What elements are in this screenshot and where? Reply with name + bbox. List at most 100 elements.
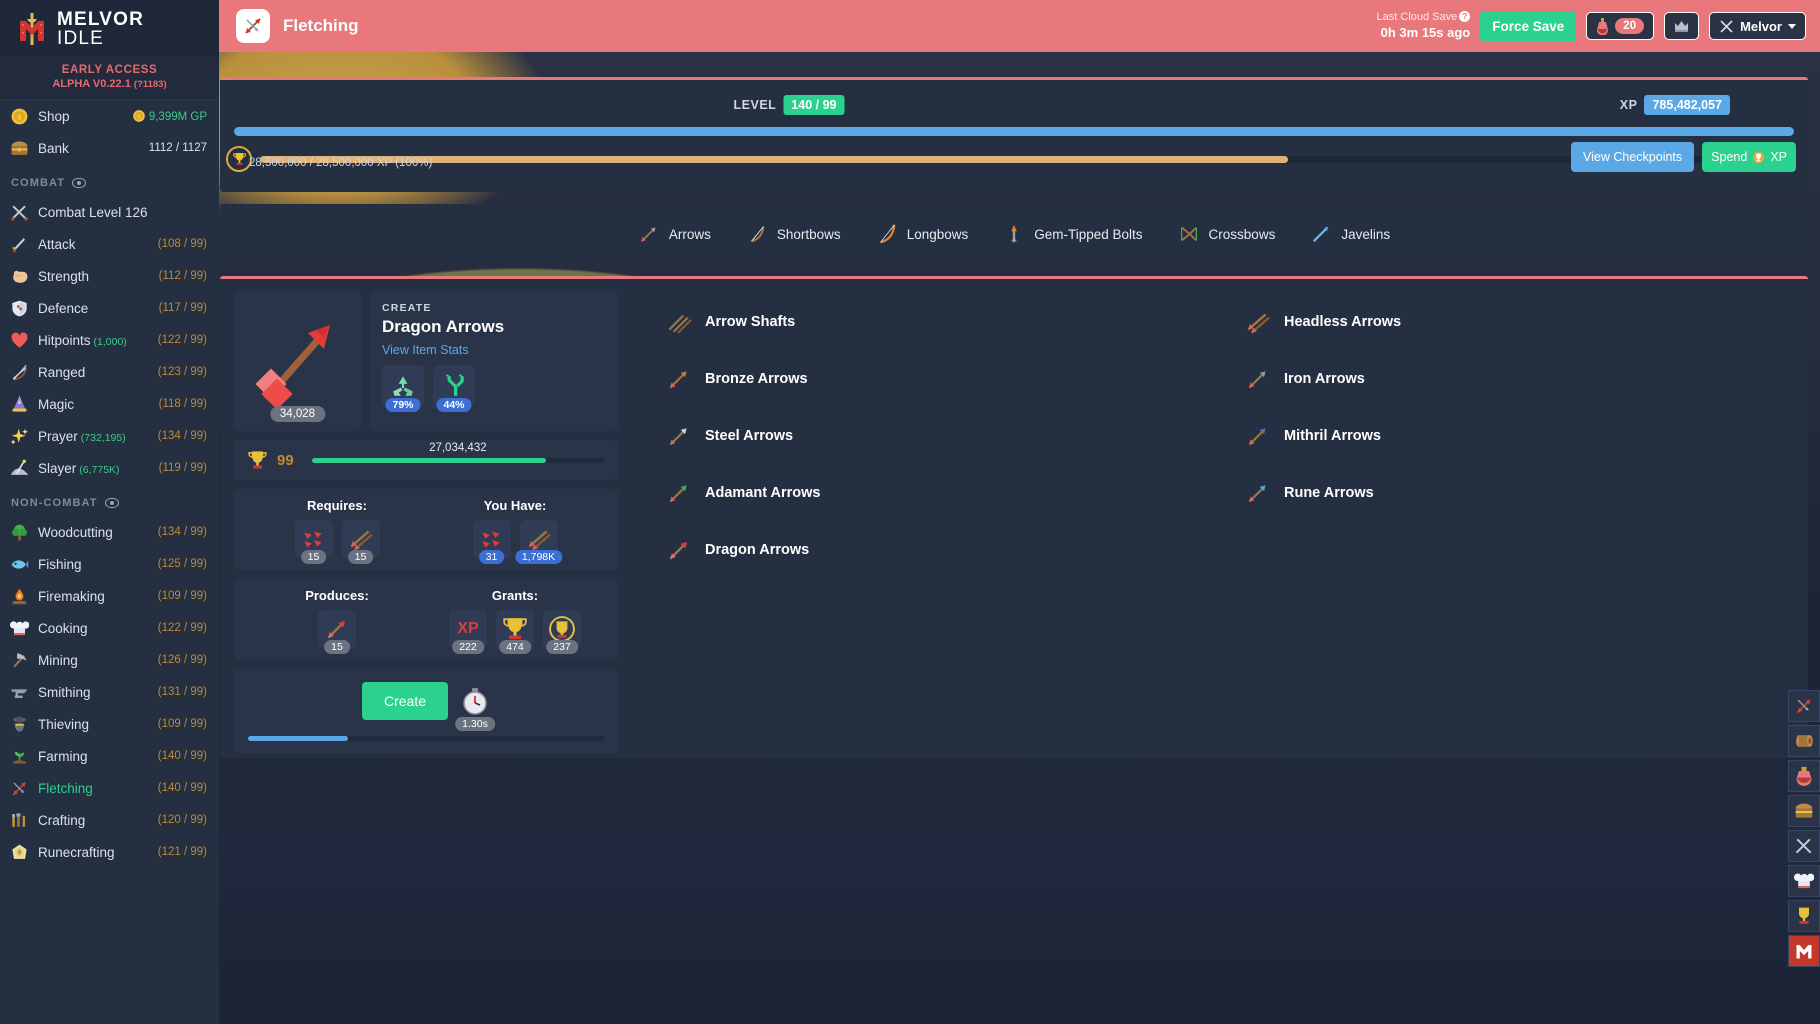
recipe-item-empty xyxy=(1239,521,1788,578)
produces-slot[interactable]: 15 xyxy=(318,610,356,654)
sidebar-item-prayer[interactable]: Prayer (732,195) (134 / 99) xyxy=(0,420,219,452)
grants-slot[interactable]: XP 222 xyxy=(449,610,487,654)
sidebar-section-noncombat: NON-COMBAT xyxy=(0,484,219,516)
version-label: ALPHA V0.22.1 xyxy=(52,78,131,90)
dock-button-potion[interactable] xyxy=(1788,760,1820,792)
potion-icon xyxy=(1596,17,1609,35)
sidebar-item-shop[interactable]: $ Shop $9,399M GP xyxy=(0,100,219,132)
sidebar-item-label: Strength xyxy=(38,268,90,284)
melvor-logo-icon xyxy=(14,11,50,47)
sidebar-item-crafting[interactable]: Crafting (120 / 99) xyxy=(0,804,219,836)
modifier-recycle[interactable]: 79% xyxy=(382,365,424,412)
recipe-item-rune-arrows[interactable]: Rune Arrows xyxy=(1239,464,1788,521)
dock-button-log[interactable] xyxy=(1788,725,1820,757)
eye-icon[interactable] xyxy=(104,498,119,508)
crown-chip[interactable] xyxy=(1664,12,1700,40)
svg-text:$: $ xyxy=(137,114,140,120)
help-icon[interactable]: ? xyxy=(1459,11,1471,22)
trophy-icon xyxy=(1752,151,1765,164)
sidebar-item-thieving[interactable]: Thieving (109 / 99) xyxy=(0,708,219,740)
coin-icon: $ xyxy=(10,107,29,126)
sidebar-item-fletching[interactable]: Fletching (140 / 99) xyxy=(0,772,219,804)
sidebar-item-value: (134 / 99) xyxy=(157,430,207,442)
eye-icon[interactable] xyxy=(72,178,87,188)
account-chip[interactable]: Melvor xyxy=(1709,12,1806,40)
sidebar-item-fishing[interactable]: Fishing (125 / 99) xyxy=(0,548,219,580)
level-label: LEVEL xyxy=(733,97,777,112)
wizard-hat-icon xyxy=(10,395,29,414)
dock-button-melvor[interactable] xyxy=(1788,935,1820,967)
recipe-item-iron-arrows[interactable]: Iron Arrows xyxy=(1239,350,1788,407)
sidebar-item-combat-level-126[interactable]: Combat Level 126 xyxy=(0,196,219,228)
category-tab-gem-tipped-bolts[interactable]: Gem-Tipped Bolts xyxy=(1003,223,1143,245)
requires-slot[interactable]: 15 xyxy=(294,520,333,564)
you-have-slot[interactable]: 1,798K xyxy=(514,520,563,564)
sidebar-item-slayer[interactable]: Slayer (6,775K) (119 / 99) xyxy=(0,452,219,484)
crossbow-icon xyxy=(1178,223,1200,245)
chest-icon xyxy=(10,139,29,158)
fire-icon xyxy=(10,587,29,606)
view-checkpoints-button[interactable]: View Checkpoints xyxy=(1571,142,1695,172)
seedling-icon xyxy=(10,747,29,766)
sidebar-item-runecrafting[interactable]: Runecrafting (121 / 99) xyxy=(0,836,219,868)
category-tab-label: Arrows xyxy=(668,226,711,242)
sidebar-item-mining[interactable]: Mining (126 / 99) xyxy=(0,644,219,676)
dock-button-trophy[interactable] xyxy=(1788,900,1820,932)
recipe-item-label: Mithril Arrows xyxy=(1284,427,1381,444)
recipe-item-arrow-shafts[interactable]: Arrow Shafts xyxy=(660,293,1209,350)
sidebar-top-items: $ Shop $9,399M GP Bank 1112 / 1127 xyxy=(0,100,219,164)
recipe-item-adamant-arrows[interactable]: Adamant Arrows xyxy=(660,464,1209,521)
view-item-stats-link[interactable]: View Item Stats xyxy=(382,343,606,357)
sidebar-item-attack[interactable]: Attack (108 / 99) xyxy=(0,228,219,260)
sidebar-item-value: $9,399M GP xyxy=(132,109,207,123)
grants-slot-qty: 222 xyxy=(452,640,484,654)
selected-item-image[interactable]: 34,028 xyxy=(234,291,361,431)
create-button[interactable]: Create xyxy=(361,682,449,720)
category-tab-longbows[interactable]: Longbows xyxy=(876,223,968,245)
dock-button-bank[interactable] xyxy=(1788,795,1820,827)
potion-chip[interactable]: 20 xyxy=(1586,12,1655,40)
requires-slot[interactable]: 15 xyxy=(341,520,380,564)
sidebar-item-smithing[interactable]: Smithing (131 / 99) xyxy=(0,676,219,708)
selected-recipe-column: 34,028 CREATE Dragon Arrows View Item St… xyxy=(220,279,630,758)
modifier-fork[interactable]: 44% xyxy=(433,365,475,412)
recipe-item-label: Steel Arrows xyxy=(705,427,794,444)
category-tab-crossbows[interactable]: Crossbows xyxy=(1178,223,1275,245)
dock-button-combat[interactable] xyxy=(1788,830,1820,862)
sidebar-item-defence[interactable]: Defence (117 / 99) xyxy=(0,292,219,324)
trophy-pool-icon xyxy=(549,616,575,642)
dock-button-fletching[interactable] xyxy=(1788,690,1820,722)
dock-button-cooking[interactable] xyxy=(1788,865,1820,897)
recipe-item-steel-arrows[interactable]: Steel Arrows xyxy=(660,407,1209,464)
spend-mastery-xp-button[interactable]: Spend XP xyxy=(1702,142,1796,172)
sidebar-item-magic[interactable]: Magic (118 / 99) xyxy=(0,388,219,420)
recipe-item-mithril-arrows[interactable]: Mithril Arrows xyxy=(1239,407,1788,464)
grants-slot[interactable]: 474 xyxy=(496,610,534,654)
recipe-item-headless-arrows[interactable]: Headless Arrows xyxy=(1239,293,1788,350)
brand-logo-area[interactable]: MELVOR IDLE xyxy=(0,0,219,57)
sidebar-item-label: Attack xyxy=(38,236,76,252)
recipe-item-bronze-arrows[interactable]: Bronze Arrows xyxy=(660,350,1209,407)
recipe-item-dragon-arrows[interactable]: Dragon Arrows xyxy=(660,521,1209,578)
sidebar-item-farming[interactable]: Farming (140 / 99) xyxy=(0,740,219,772)
trophy-icon xyxy=(1794,906,1814,926)
sidebar-item-strength[interactable]: Strength (112 / 99) xyxy=(0,260,219,292)
sidebar-item-firemaking[interactable]: Firemaking (109 / 99) xyxy=(0,580,219,612)
sidebar-item-sub: (1,000) xyxy=(93,335,127,348)
category-tab-label: Javelins xyxy=(1341,226,1391,242)
you-have-slot[interactable]: 31 xyxy=(472,520,511,564)
sidebar-item-woodcutting[interactable]: Woodcutting (134 / 99) xyxy=(0,516,219,548)
modifier-value: 79% xyxy=(385,398,421,412)
category-tab-javelins[interactable]: Javelins xyxy=(1310,223,1390,245)
sidebar-section-combat: COMBAT xyxy=(0,164,219,196)
category-tab-shortbows[interactable]: Shortbows xyxy=(746,223,841,245)
category-tab-arrows[interactable]: Arrows xyxy=(638,223,711,245)
force-save-button[interactable]: Force Save xyxy=(1480,10,1577,42)
sidebar-item-bank[interactable]: Bank 1112 / 1127 xyxy=(0,132,219,164)
requires-slot-qty: 15 xyxy=(300,550,327,564)
sidebar-item-cooking[interactable]: Cooking (122 / 99) xyxy=(0,612,219,644)
sidebar-item-hitpoints[interactable]: Hitpoints (1,000) (122 / 99) xyxy=(0,324,219,356)
grants-slot[interactable]: 237 xyxy=(543,610,581,654)
sidebar-item-ranged[interactable]: Ranged (123 / 99) xyxy=(0,356,219,388)
sidebar-item-label: Slayer (6,775K) xyxy=(38,460,120,476)
